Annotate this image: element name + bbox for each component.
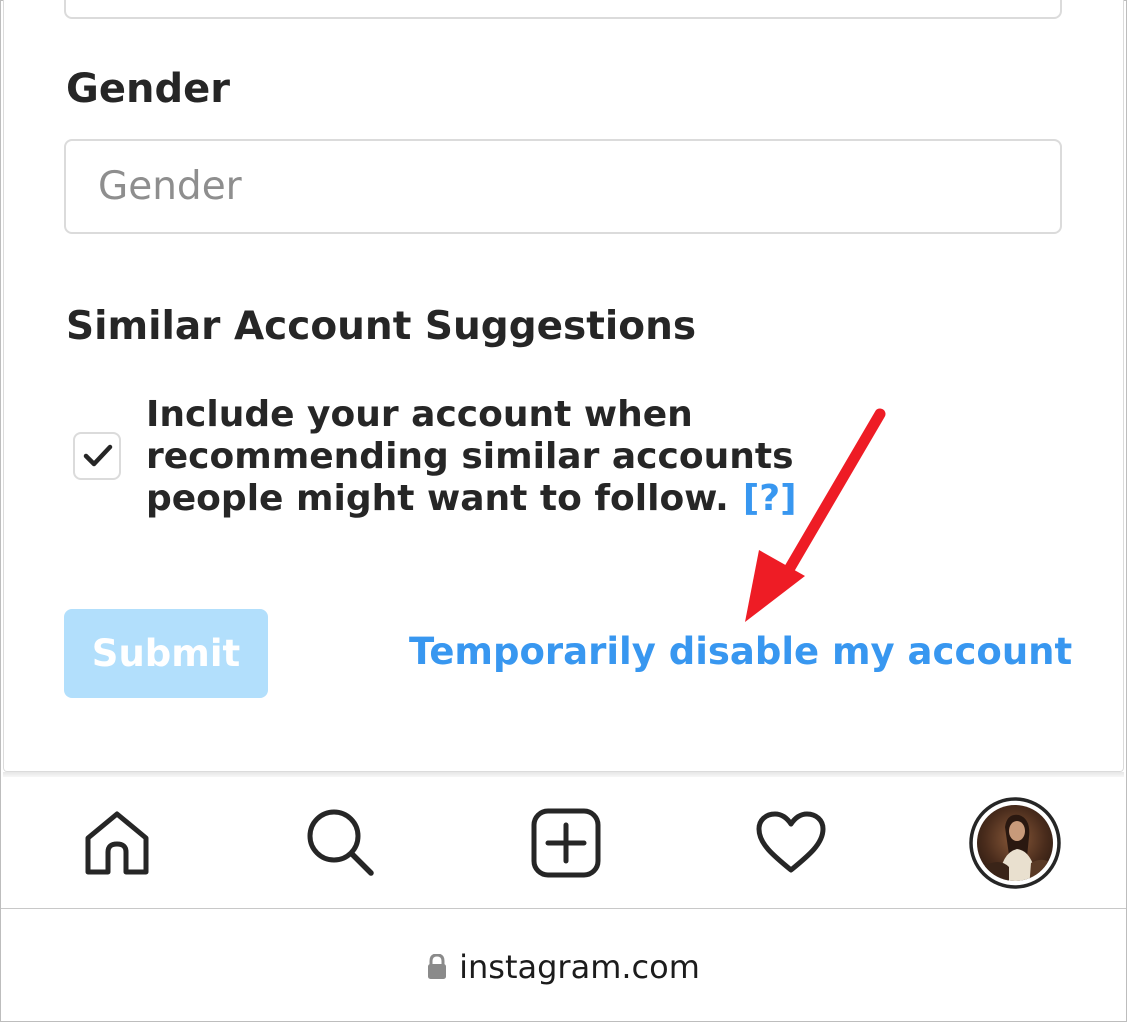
description-line: people might want to follow. [146,478,729,519]
previous-field-input[interactable] [64,0,1062,19]
bottom-nav-bar [1,777,1126,908]
checkmark-icon [83,444,113,467]
browser-url-bar[interactable]: instagram.com [1,909,1126,1021]
gender-label: Gender [66,66,230,112]
annotation-arrow [745,408,886,622]
heart-icon [756,811,826,872]
nav-home[interactable] [65,777,169,908]
submit-button[interactable]: Submit [64,609,268,698]
search-icon [307,809,374,876]
url-text: instagram.com [459,948,700,986]
temporarily-disable-account-link[interactable]: Temporarily disable my account [409,630,1072,673]
nav-activity[interactable] [741,777,841,908]
nav-profile[interactable] [965,777,1065,908]
nav-search[interactable] [291,777,391,908]
similar-accounts-checkbox[interactable] [73,432,121,480]
similar-accounts-heading: Similar Account Suggestions [66,304,697,349]
nav-new-post[interactable] [516,777,616,908]
gender-input[interactable] [64,139,1062,234]
lock-icon [428,954,447,979]
avatar [969,796,1061,889]
add-post-icon [531,808,601,877]
home-icon [85,811,149,874]
